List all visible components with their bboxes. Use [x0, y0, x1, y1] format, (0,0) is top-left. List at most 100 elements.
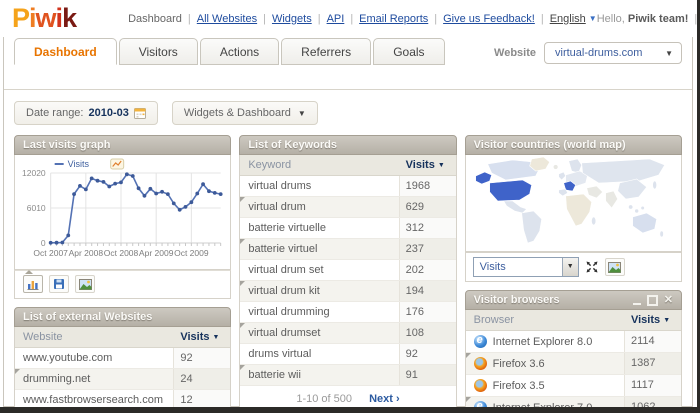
widget-external-websites: List of external Websites Website Visits… [14, 307, 231, 407]
widget-title-bar[interactable]: List of Keywords [239, 135, 456, 155]
maximize-icon[interactable] [647, 295, 658, 306]
svg-text:Visits: Visits [68, 159, 90, 169]
world-map-body [465, 155, 682, 252]
widget-title-bar[interactable]: Visitor countries (world map) [465, 135, 682, 155]
row-visits-value: 1387 [624, 353, 681, 374]
user-area: Hello, Piwik team! | Settings | Sign out [597, 13, 697, 25]
nav-item-email-reports[interactable]: Email Reports [359, 13, 428, 25]
table-body: virtual drums1968virtual drum629batterie… [240, 176, 455, 386]
table-row[interactable]: Internet Explorer 8.02114 [466, 331, 681, 353]
close-icon[interactable]: ✕ [664, 296, 673, 305]
table-row[interactable]: virtual drum set202 [240, 260, 455, 281]
user-name: Piwik team! [628, 13, 689, 25]
dashboard-area: Date range: 2010-03 Widgets & Dashboard … [4, 89, 692, 406]
piwik-logo[interactable]: Piwik [12, 3, 76, 34]
export-data-icon[interactable] [49, 275, 69, 293]
tab-dashboard[interactable]: Dashboard [14, 38, 117, 65]
column-header-visits-sort[interactable]: Visits ▼ [625, 310, 681, 330]
widget-visitor-browsers: Visitor browsers ✕ Browser Visits ▼ [465, 290, 682, 407]
svg-text:6010: 6010 [27, 203, 46, 213]
table-row[interactable]: www.fastbrowsersearch.com12 [15, 390, 230, 407]
row-visits-value: 1062 [624, 397, 681, 407]
table-row[interactable]: virtual drum kit194 [240, 281, 455, 302]
chart-annotate-icon [111, 159, 124, 169]
tab-referrers[interactable]: Referrers [281, 38, 371, 65]
svg-text:12020: 12020 [22, 168, 46, 178]
logo-letter: P [12, 3, 29, 33]
table-row[interactable]: batterie virtuel237 [240, 239, 455, 260]
table-row[interactable]: virtual drums1968 [240, 176, 455, 197]
row-label: virtual drumming [240, 302, 398, 322]
table-row[interactable]: batterie virtuelle312 [240, 218, 455, 239]
nav-item-widgets[interactable]: Widgets [272, 13, 312, 25]
table-row[interactable]: Firefox 3.61387 [466, 353, 681, 375]
row-visits-value: 24 [173, 369, 230, 389]
table-body: Internet Explorer 8.02114Firefox 3.61387… [466, 331, 681, 407]
chevron-down-icon: ▼ [562, 258, 578, 276]
collapse-caret-icon[interactable] [25, 270, 33, 274]
table-row[interactable]: drums virtual92 [240, 344, 455, 365]
row-label: virtual drumset [240, 323, 398, 343]
chevron-down-icon: ▼ [589, 14, 597, 23]
table-header: Browser Visits ▼ [466, 310, 681, 331]
table-row[interactable]: virtual drumming176 [240, 302, 455, 323]
row-visits-value: 2114 [624, 331, 681, 352]
widget-title-bar[interactable]: Last visits graph [14, 135, 231, 155]
bar-chart-icon[interactable] [23, 275, 43, 293]
map-metric-select[interactable]: Visits ▼ [473, 257, 579, 277]
tab-goals[interactable]: Goals [373, 38, 444, 65]
row-label: Firefox 3.6 [466, 353, 624, 374]
table-row[interactable]: virtual drum629 [240, 197, 455, 218]
row-label: batterie virtuel [240, 239, 398, 259]
nav-item-give-us-feedback[interactable]: Give us Feedback! [443, 13, 535, 25]
column-1: Last visits graph 1202060100Oct 2007Apr … [14, 135, 231, 407]
row-label: www.youtube.com [15, 348, 173, 368]
row-label: Internet Explorer 8.0 [466, 331, 624, 352]
export-image-icon[interactable] [75, 275, 95, 293]
table-row[interactable]: Internet Explorer 7.01062 [466, 397, 681, 407]
row-visits-value: 312 [399, 218, 456, 238]
calendar-icon [134, 107, 146, 119]
column-header-visits-sort[interactable]: Visits ▼ [174, 327, 230, 347]
piwik-app: Piwik Dashboard|All Websites|Widgets|API… [0, 0, 697, 407]
next-page-link[interactable]: Next › [369, 393, 400, 405]
website-select[interactable]: virtual-drums.com ▼ [544, 42, 682, 64]
widget-title-bar[interactable]: List of external Websites [14, 307, 231, 327]
table-body: www.youtube.com92drumming.net24www.fastb… [15, 348, 230, 407]
row-label: virtual drums [240, 176, 398, 196]
logo-letter: k [62, 3, 76, 33]
tab-actions[interactable]: Actions [200, 38, 279, 65]
date-range-button[interactable]: Date range: 2010-03 [14, 101, 158, 125]
world-map[interactable] [466, 155, 681, 251]
table-row[interactable]: drumming.net24 [15, 369, 230, 390]
main-frame: DashboardVisitorsActionsReferrersGoals W… [3, 37, 693, 407]
column-header-visits-sort[interactable]: Visits ▼ [400, 155, 456, 175]
nav-item-api[interactable]: API [327, 13, 345, 25]
table-row[interactable]: batterie wii91 [240, 365, 455, 386]
table-row[interactable]: www.youtube.com92 [15, 348, 230, 369]
table-row[interactable]: Firefox 3.51117 [466, 375, 681, 397]
widget-title-bar[interactable]: Visitor browsers ✕ [465, 290, 682, 310]
export-image-icon[interactable] [605, 258, 625, 276]
svg-text:0: 0 [41, 238, 46, 248]
minimize-icon[interactable] [633, 296, 641, 305]
row-label: Internet Explorer 7.0 [466, 397, 624, 407]
table-row[interactable]: virtual drumset108 [240, 323, 455, 344]
row-label: drumming.net [15, 369, 173, 389]
widgets-menu-button[interactable]: Widgets & Dashboard ▼ [172, 101, 318, 125]
website-selector: Website virtual-drums.com ▼ [494, 42, 682, 64]
widget-visitor-countries: Visitor countries (world map) [465, 135, 682, 282]
nav-item-english[interactable]: English [550, 13, 586, 25]
browsers-table: Browser Visits ▼ Internet Explorer 8.021… [465, 310, 682, 407]
internet-explorer-icon [474, 335, 487, 348]
nav-item-all-websites[interactable]: All Websites [197, 13, 257, 25]
dashboard-toolbar: Date range: 2010-03 Widgets & Dashboard … [14, 101, 682, 125]
keywords-table: Keyword Visits ▼ virtual drums1968virtua… [239, 155, 456, 407]
fullscreen-icon[interactable] [586, 261, 598, 273]
row-visits-value: 1968 [399, 176, 456, 196]
row-label: Firefox 3.5 [466, 375, 624, 396]
window-controls: ✕ [633, 295, 673, 306]
row-label: virtual drum kit [240, 281, 398, 301]
svg-text:Oct 2008: Oct 2008 [104, 248, 139, 258]
tab-visitors[interactable]: Visitors [119, 38, 198, 65]
